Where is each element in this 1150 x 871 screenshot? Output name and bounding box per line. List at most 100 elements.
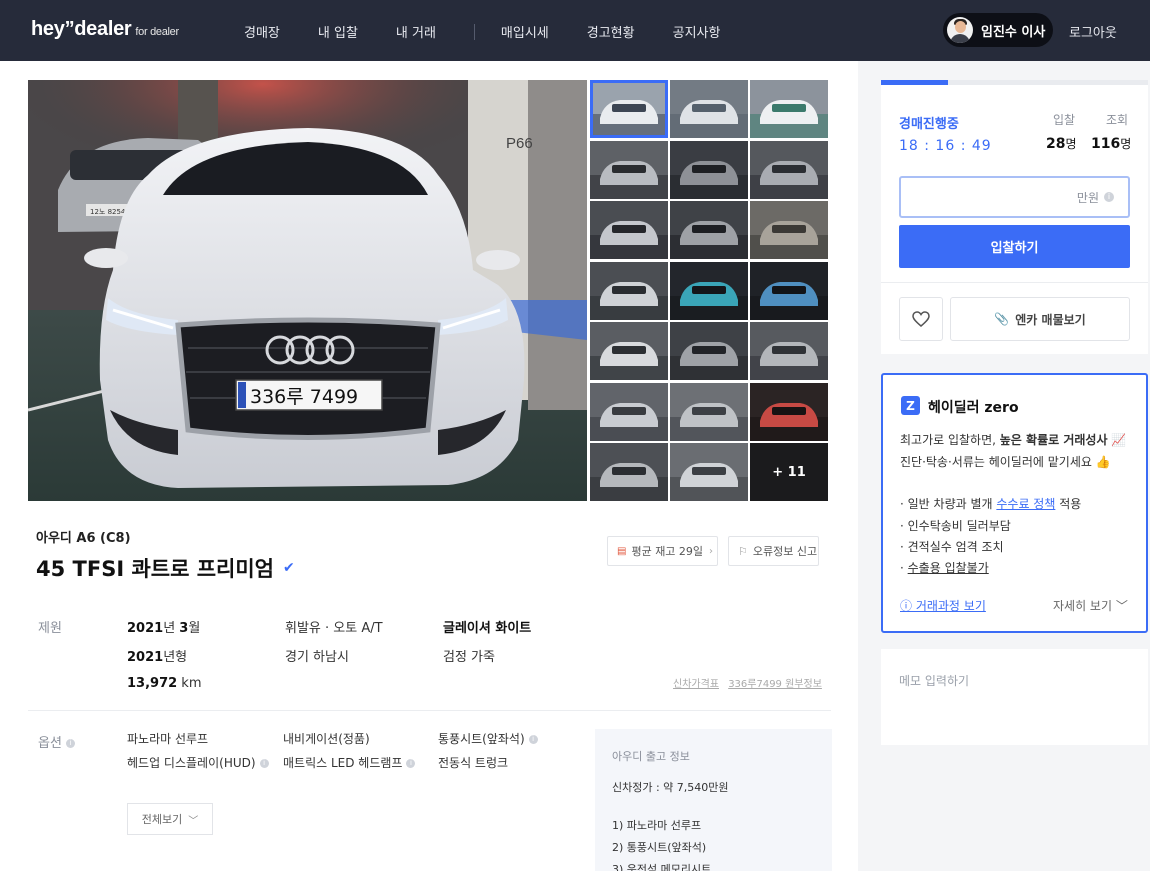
zero-bullet: · 수출용 입찰불가	[900, 561, 989, 575]
zero-logo-icon: Z	[901, 396, 920, 415]
zero-bullet: · 인수탁송비 딜러부담	[900, 519, 1011, 533]
zero-bullet: · 견적실수 엄격 조치	[900, 540, 1004, 554]
spec-interior: 검정 가죽	[443, 650, 495, 665]
thumbnail-steering-view	[590, 322, 668, 380]
photo-thumbnail[interactable]	[670, 443, 748, 501]
top-navigation-bar: hey”dealer for dealer 경매장 내 입찰 내 거래 매입시세 …	[0, 0, 1150, 61]
option-item: 매트릭스 LED 헤드램프 i	[283, 754, 416, 771]
main-vehicle-photo[interactable]: P66 12노 8254 336루 7499	[28, 80, 587, 501]
photo-thumbnail[interactable]	[590, 201, 668, 259]
spec-region: 경기 하남시	[285, 650, 349, 665]
factory-price: 신차정가 : 약 7,540만원	[612, 781, 729, 794]
photo-thumbnail[interactable]	[590, 80, 668, 138]
photo-thumbnail[interactable]	[750, 201, 828, 259]
no-export-link[interactable]: 수출용 입찰불가	[908, 561, 989, 575]
photo-thumbnail[interactable]	[590, 322, 668, 380]
photo-thumbnail[interactable]	[750, 140, 828, 199]
zero-title: 헤이딜러 zero	[928, 400, 1019, 416]
warning-icon: ⚐	[738, 544, 748, 558]
info-icon[interactable]: i	[1104, 192, 1114, 202]
avg-stock-days-button[interactable]: ▤ 평균 재고 29일 ›	[607, 536, 718, 566]
option-item: 파노라마 선루프	[127, 732, 209, 746]
encar-listing-button[interactable]: 📎 엔카 매물보기	[950, 297, 1130, 341]
spec-links: 신차가격표 336루7499 원부정보	[667, 675, 822, 690]
new-car-price-link[interactable]: 신차가격표	[673, 679, 719, 690]
user-profile-button[interactable]: 임진수 이사	[943, 13, 1053, 47]
photo-thumbnail[interactable]	[670, 140, 748, 199]
heart-icon	[912, 311, 930, 327]
photo-thumbnail[interactable]	[750, 382, 828, 441]
photo-thumbnail[interactable]	[590, 140, 668, 199]
vehicle-trim: 45 TFSI 콰트로 프리미엄	[36, 557, 275, 581]
fee-policy-link[interactable]: 수수료 정책	[996, 497, 1055, 511]
heydealer-logo[interactable]: hey”dealer for dealer	[31, 18, 179, 41]
zero-desc-line: 진단·탁송·서류는 헤이딜러에 맡기세요 👍	[900, 455, 1111, 469]
origin-info-link[interactable]: 336루7499 원부정보	[728, 679, 822, 690]
spec-mileage: 13,972 km	[127, 676, 202, 691]
info-icon[interactable]: i	[259, 759, 269, 768]
thumbnail-door-view	[590, 261, 668, 320]
deal-process-link[interactable]: ⓘ 거래과정 보기	[900, 597, 986, 614]
photo-thumbnail[interactable]	[750, 322, 828, 380]
place-bid-button[interactable]: 입찰하기	[899, 225, 1130, 268]
views-count: 116명	[1091, 136, 1132, 152]
zero-bullet: · 일반 차량과 별개 수수료 정책 적용	[900, 497, 1082, 511]
heydealer-zero-card: Z 헤이딜러 zero 최고가로 입찰하면, 높은 확률로 거래성사 📈 진단·…	[881, 373, 1148, 633]
thumbnail-floor-view	[670, 443, 748, 501]
thumbnail-navigation-view	[670, 261, 748, 320]
factory-option-line: 2) 통풍시트(앞좌석)	[612, 841, 707, 854]
photo-thumbnail[interactable]	[590, 261, 668, 320]
photo-thumbnail[interactable]	[670, 201, 748, 259]
bid-amount-input[interactable]: 만원 i	[899, 176, 1130, 218]
nav-warnings[interactable]: 경고현황	[587, 22, 635, 41]
thumbnail-seat-view	[750, 201, 828, 259]
nav-my-deals[interactable]: 내 거래	[396, 22, 436, 41]
thumbnail-side-view	[750, 80, 828, 138]
specs-label: 제원	[38, 621, 62, 636]
user-name: 임진수 이사	[981, 24, 1046, 40]
vehicle-detail-card: P66 12노 8254 336루 7499 + 11 아우디 A6 (C8) …	[0, 61, 858, 871]
factory-info-box: 아우디 출고 정보 신차정가 : 약 7,540만원 1) 파노라마 선루프 2…	[595, 729, 832, 871]
info-icon[interactable]: i	[528, 735, 538, 744]
auction-timer: 18 : 16 : 49	[899, 138, 992, 154]
thumbnail-interior-view	[590, 201, 668, 259]
logout-link[interactable]: 로그아웃	[1069, 22, 1117, 41]
thumbnail-door-view	[670, 201, 748, 259]
bids-count: 28명	[1046, 136, 1077, 152]
spec-fuel-transmission: 휘발유 · 오토 A/T	[285, 621, 383, 636]
chevron-right-icon: ›	[709, 545, 714, 557]
views-label: 조회	[1106, 113, 1129, 127]
memo-input[interactable]: 메모 입력하기	[881, 649, 1148, 745]
photo-thumbnail[interactable]	[670, 382, 748, 441]
nav-market-price[interactable]: 매입시세	[501, 22, 549, 41]
license-plate: 336루 7499	[250, 386, 358, 408]
photo-thumbnail[interactable]	[670, 80, 748, 138]
thumbnail-display-view	[750, 382, 828, 441]
option-item: 내비게이션(정품)	[283, 732, 370, 746]
main-nav: 경매장 내 입찰 내 거래 매입시세 경고현황 공지사항	[244, 22, 758, 41]
favorite-button[interactable]	[899, 297, 943, 341]
photo-thumbnail[interactable]	[590, 443, 668, 501]
photo-thumbnail[interactable]	[670, 322, 748, 380]
thumbnail-rear-view	[670, 80, 748, 138]
photo-thumbnail[interactable]	[750, 261, 828, 320]
bid-panel: 경매진행중 18 : 16 : 49 입찰 조회 28명 116명 만원 i 입찰…	[881, 80, 1148, 354]
info-icon[interactable]: i	[65, 739, 75, 748]
nav-notices[interactable]: 공지사항	[673, 22, 721, 41]
nav-my-bids[interactable]: 내 입찰	[318, 22, 358, 41]
photo-thumbnail[interactable]	[590, 382, 668, 441]
photo-thumbnail[interactable]	[750, 80, 828, 138]
more-photos-button[interactable]: + 11	[750, 443, 828, 501]
thumbnail-cluster-view	[750, 261, 828, 320]
photo-thumbnail[interactable]	[670, 261, 748, 320]
chevron-down-icon: ﹀	[188, 815, 199, 827]
parked-car-plate: 12노 8254	[90, 208, 126, 216]
zero-more-button[interactable]: 자세히 보기 ﹀	[1053, 597, 1128, 614]
paperclip-icon: 📎	[994, 312, 1010, 326]
stock-chart-icon: ▤	[617, 545, 627, 557]
info-icon[interactable]: i	[406, 759, 416, 768]
view-all-options-button[interactable]: 전체보기 ﹀	[127, 803, 213, 835]
pillar-sign: P66	[506, 135, 533, 152]
report-error-button[interactable]: ⚐ 오류정보 신고	[728, 536, 819, 566]
nav-auction[interactable]: 경매장	[244, 22, 280, 41]
